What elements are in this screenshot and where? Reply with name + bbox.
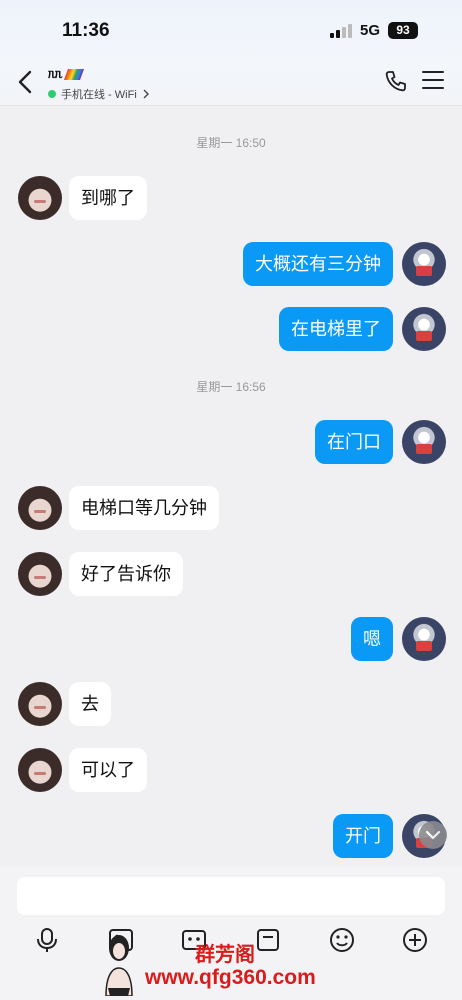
battery-icon: 93: [388, 22, 418, 39]
status-time: 11:36: [62, 20, 110, 41]
my-avatar[interactable]: [402, 242, 446, 286]
watermark-site: www.qfg360.com: [145, 966, 316, 989]
message-row-outgoing: 在电梯里了: [0, 307, 462, 351]
input-bar: 群芳阁 www.qfg360.com: [0, 866, 462, 1000]
message-row-incoming: 可以了: [0, 748, 462, 792]
message-row-incoming: 到哪了: [0, 176, 462, 220]
emoji-icon[interactable]: [328, 926, 356, 954]
folder-icon[interactable]: [254, 926, 282, 954]
message-bubble[interactable]: 到哪了: [69, 176, 147, 220]
message-bubble[interactable]: 电梯口等几分钟: [69, 486, 219, 530]
timestamp: 星期一 16:50: [196, 136, 266, 150]
message-bubble[interactable]: 在电梯里了: [279, 307, 393, 351]
watermark-title: 群芳阁: [195, 944, 255, 966]
chat-header: ᥰᥰ 手机在线 - WiFi: [0, 60, 462, 106]
my-avatar[interactable]: [402, 617, 446, 661]
message-list[interactable]: 星期一 16:50 到哪了 大概还有三分钟 在电梯里了 星期一 16:56 在门…: [0, 106, 462, 866]
message-bubble[interactable]: 可以了: [69, 748, 147, 792]
message-bubble[interactable]: 开门: [333, 814, 393, 858]
contact-avatar[interactable]: [18, 748, 62, 792]
watermark-figure-icon: [105, 935, 133, 996]
back-icon[interactable]: [14, 68, 38, 96]
contact-name-text: ᥰᥰ: [48, 66, 63, 81]
message-row-outgoing: 在门口: [0, 420, 462, 464]
my-avatar[interactable]: [402, 420, 446, 464]
message-bubble[interactable]: 大概还有三分钟: [243, 242, 393, 286]
online-status-text: 手机在线 - WiFi: [61, 89, 137, 101]
message-row-incoming: 好了告诉你: [0, 552, 462, 596]
contact-avatar[interactable]: [18, 552, 62, 596]
online-dot-icon: [48, 90, 56, 98]
plus-icon[interactable]: [401, 926, 429, 954]
message-row-incoming: 去: [0, 682, 462, 726]
rainbow-icon: [63, 68, 84, 80]
message-bubble[interactable]: 嗯: [351, 617, 393, 661]
menu-icon[interactable]: [422, 71, 444, 91]
message-row-outgoing: 开门: [0, 814, 462, 858]
contact-avatar[interactable]: [18, 176, 62, 220]
message-row-outgoing: 嗯: [0, 617, 462, 661]
contact-avatar[interactable]: [18, 682, 62, 726]
message-row-outgoing: 大概还有三分钟: [0, 242, 462, 286]
contact-name[interactable]: ᥰᥰ: [48, 66, 84, 82]
microphone-icon[interactable]: [33, 926, 61, 954]
signal-icon: [330, 24, 352, 38]
message-input[interactable]: [17, 877, 445, 915]
message-bubble[interactable]: 在门口: [315, 420, 393, 464]
message-bubble[interactable]: 去: [69, 682, 111, 726]
message-bubble[interactable]: 好了告诉你: [69, 552, 183, 596]
phone-call-icon[interactable]: [384, 69, 408, 93]
online-status[interactable]: 手机在线 - WiFi: [48, 86, 150, 102]
scroll-to-bottom-button[interactable]: [419, 821, 447, 849]
contact-avatar[interactable]: [18, 486, 62, 530]
chevron-down-icon: [425, 830, 441, 840]
network-type: 5G: [360, 22, 381, 39]
timestamp: 星期一 16:56: [196, 380, 266, 394]
status-bar: 11:36 5G 93: [0, 0, 462, 60]
message-row-incoming: 电梯口等几分钟: [0, 486, 462, 530]
chevron-right-icon: [143, 89, 149, 99]
my-avatar[interactable]: [402, 307, 446, 351]
